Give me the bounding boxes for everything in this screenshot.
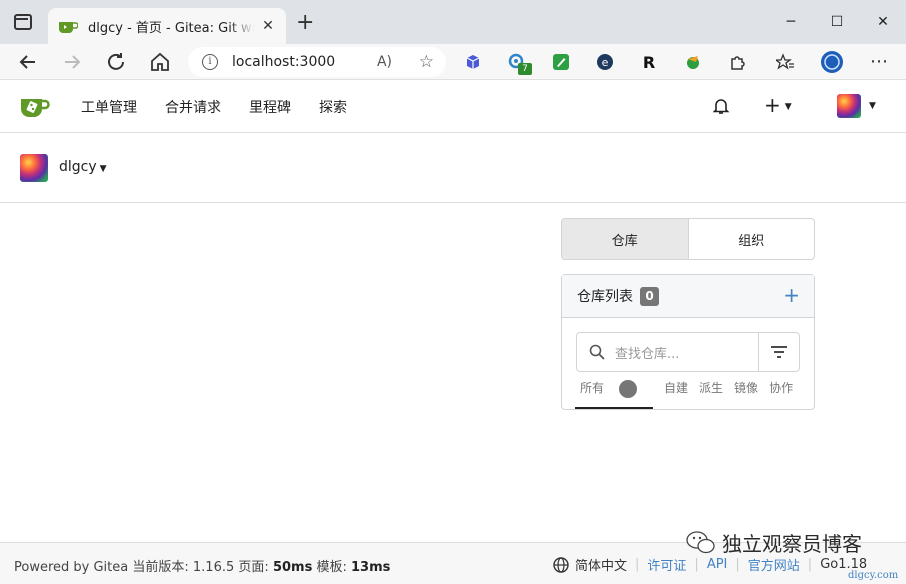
divider: |: [694, 557, 699, 572]
caret-down-icon: ▼: [99, 164, 107, 174]
caret-down-icon: ▼: [784, 101, 792, 112]
tab-actions-icon[interactable]: [14, 14, 32, 30]
repo-tab-all-label: 所有: [580, 381, 605, 395]
extension-globe-icon[interactable]: [684, 53, 702, 71]
template-time: 13ms: [350, 560, 391, 575]
repo-tab-forks[interactable]: 派生: [699, 379, 723, 396]
api-link[interactable]: API: [707, 557, 728, 572]
svg-text:R: R: [643, 53, 655, 71]
footer-links: 简体中文 | 许可证 | API | 官方网站 | Go1.18: [553, 555, 867, 574]
favorites-icon[interactable]: [776, 53, 794, 71]
repo-search: 查找仓库...: [576, 332, 800, 372]
svg-text:e: e: [602, 56, 609, 69]
repo-all-count: 0: [619, 380, 638, 398]
repo-filter-button[interactable]: [759, 333, 799, 371]
add-repo-button[interactable]: +: [783, 283, 800, 307]
window-controls: ─ ☐ ✕: [768, 0, 906, 44]
forward-icon[interactable]: [60, 50, 84, 74]
gitea-logo-icon[interactable]: [20, 93, 50, 119]
caret-down-icon: ▼: [869, 101, 876, 111]
template-time-label: 模板:: [316, 560, 347, 575]
dashboard-context-bar: dlgcy ▼: [0, 133, 906, 203]
tab-title: dlgcy - 首页 - Gitea: Git with a cup of te…: [88, 20, 254, 36]
address-bar[interactable]: i localhost:3000 A) ☆: [188, 47, 446, 77]
divider: |: [735, 557, 740, 572]
search-icon: [589, 344, 605, 360]
maximize-button[interactable]: ☐: [814, 0, 860, 44]
browser-menu-icon[interactable]: ⋯: [870, 51, 888, 72]
filter-icon: [771, 346, 787, 358]
extension-badge: 7: [518, 63, 532, 75]
repo-list-title: 仓库列表: [577, 289, 633, 305]
tab-repositories[interactable]: 仓库: [562, 219, 689, 259]
add-favorite-icon[interactable]: ☆: [419, 52, 434, 72]
nav-pull-requests[interactable]: 合并请求: [165, 97, 221, 117]
extension-edit-icon[interactable]: [552, 53, 570, 71]
repo-tab-mirrors[interactable]: 镜像: [734, 379, 758, 396]
notification-bell-icon[interactable]: [712, 97, 730, 115]
extension-e-icon[interactable]: e: [596, 53, 614, 71]
user-menu[interactable]: ▼: [837, 94, 876, 118]
browser-tab[interactable]: dlgcy - 首页 - Gitea: Git with a cup of te…: [48, 8, 286, 44]
repo-search-input[interactable]: 查找仓库...: [577, 333, 759, 371]
repo-list-panel: 仓库列表 0 + 查找仓库... 所有 0 自建 派生 镜像 协作: [561, 274, 815, 410]
watermark-text: 独立观察员博客: [722, 532, 862, 556]
footer-info: Powered by Gitea 当前版本: 1.16.5 页面: 50ms 模…: [14, 556, 390, 575]
read-aloud-icon[interactable]: A): [377, 54, 392, 70]
divider: |: [635, 557, 640, 572]
refresh-icon[interactable]: [104, 50, 128, 74]
create-new-menu[interactable]: + ▼: [764, 93, 792, 117]
tab-organizations[interactable]: 组织: [689, 219, 815, 259]
nav-explore[interactable]: 探索: [319, 97, 347, 117]
nav-milestones[interactable]: 里程碑: [249, 97, 291, 117]
site-info-icon[interactable]: i: [202, 54, 218, 70]
repo-filter-tabs: 所有 0 自建 派生 镜像 协作: [575, 379, 804, 410]
main-nav: 工单管理 合并请求 里程碑 探索: [81, 80, 375, 133]
watermark-domain: dlgcy.com: [848, 570, 899, 581]
back-icon[interactable]: [16, 50, 40, 74]
browser-tab-bar: dlgcy - 首页 - Gitea: Git with a cup of te…: [0, 0, 906, 44]
context-avatar: [20, 154, 48, 182]
repo-tab-all[interactable]: 所有 0: [575, 379, 654, 409]
watermark: 独立观察员博客: [686, 528, 862, 557]
tab-close-icon[interactable]: ✕: [260, 18, 276, 34]
version-value: 1.16.5: [192, 560, 235, 575]
context-user: dlgcy: [59, 159, 97, 175]
page-time: 50ms: [272, 560, 313, 575]
nav-issues[interactable]: 工单管理: [81, 97, 137, 117]
official-site-link[interactable]: 官方网站: [748, 555, 800, 574]
repo-count-badge: 0: [640, 286, 659, 306]
new-tab-button[interactable]: +: [296, 12, 314, 34]
page-time-label: 页面:: [238, 560, 269, 575]
profile-avatar-icon[interactable]: [820, 50, 844, 74]
extension-r-icon[interactable]: R: [640, 53, 658, 71]
extensions-puzzle-icon[interactable]: [728, 53, 746, 71]
language-selector[interactable]: 简体中文: [575, 555, 627, 574]
url-text: localhost:3000: [232, 54, 336, 70]
search-placeholder: 查找仓库...: [615, 346, 680, 362]
version-label: 当前版本:: [132, 560, 189, 575]
wechat-icon: [686, 530, 715, 553]
repo-org-switch: 仓库 组织: [561, 218, 815, 260]
repo-tab-sources[interactable]: 自建: [664, 379, 688, 396]
browser-toolbar: i localhost:3000 A) ☆ 7 e R ⋯: [0, 44, 906, 80]
repo-list-header: 仓库列表 0 +: [562, 275, 814, 318]
repo-tab-collaborative[interactable]: 协作: [769, 379, 793, 396]
extension-cube-icon[interactable]: [464, 53, 482, 71]
avatar: [837, 94, 861, 118]
home-icon[interactable]: [148, 50, 172, 74]
powered-by: Powered by Gitea: [14, 560, 129, 575]
globe-icon: [553, 556, 569, 573]
divider: |: [807, 557, 813, 572]
context-switcher[interactable]: dlgcy ▼: [59, 159, 107, 175]
gitea-favicon-icon: [59, 22, 78, 33]
minimize-button[interactable]: ─: [768, 0, 814, 44]
close-window-button[interactable]: ✕: [860, 0, 906, 44]
gitea-navbar: 工单管理 合并请求 里程碑 探索 + ▼ ▼: [0, 80, 906, 133]
license-link[interactable]: 许可证: [647, 555, 686, 574]
